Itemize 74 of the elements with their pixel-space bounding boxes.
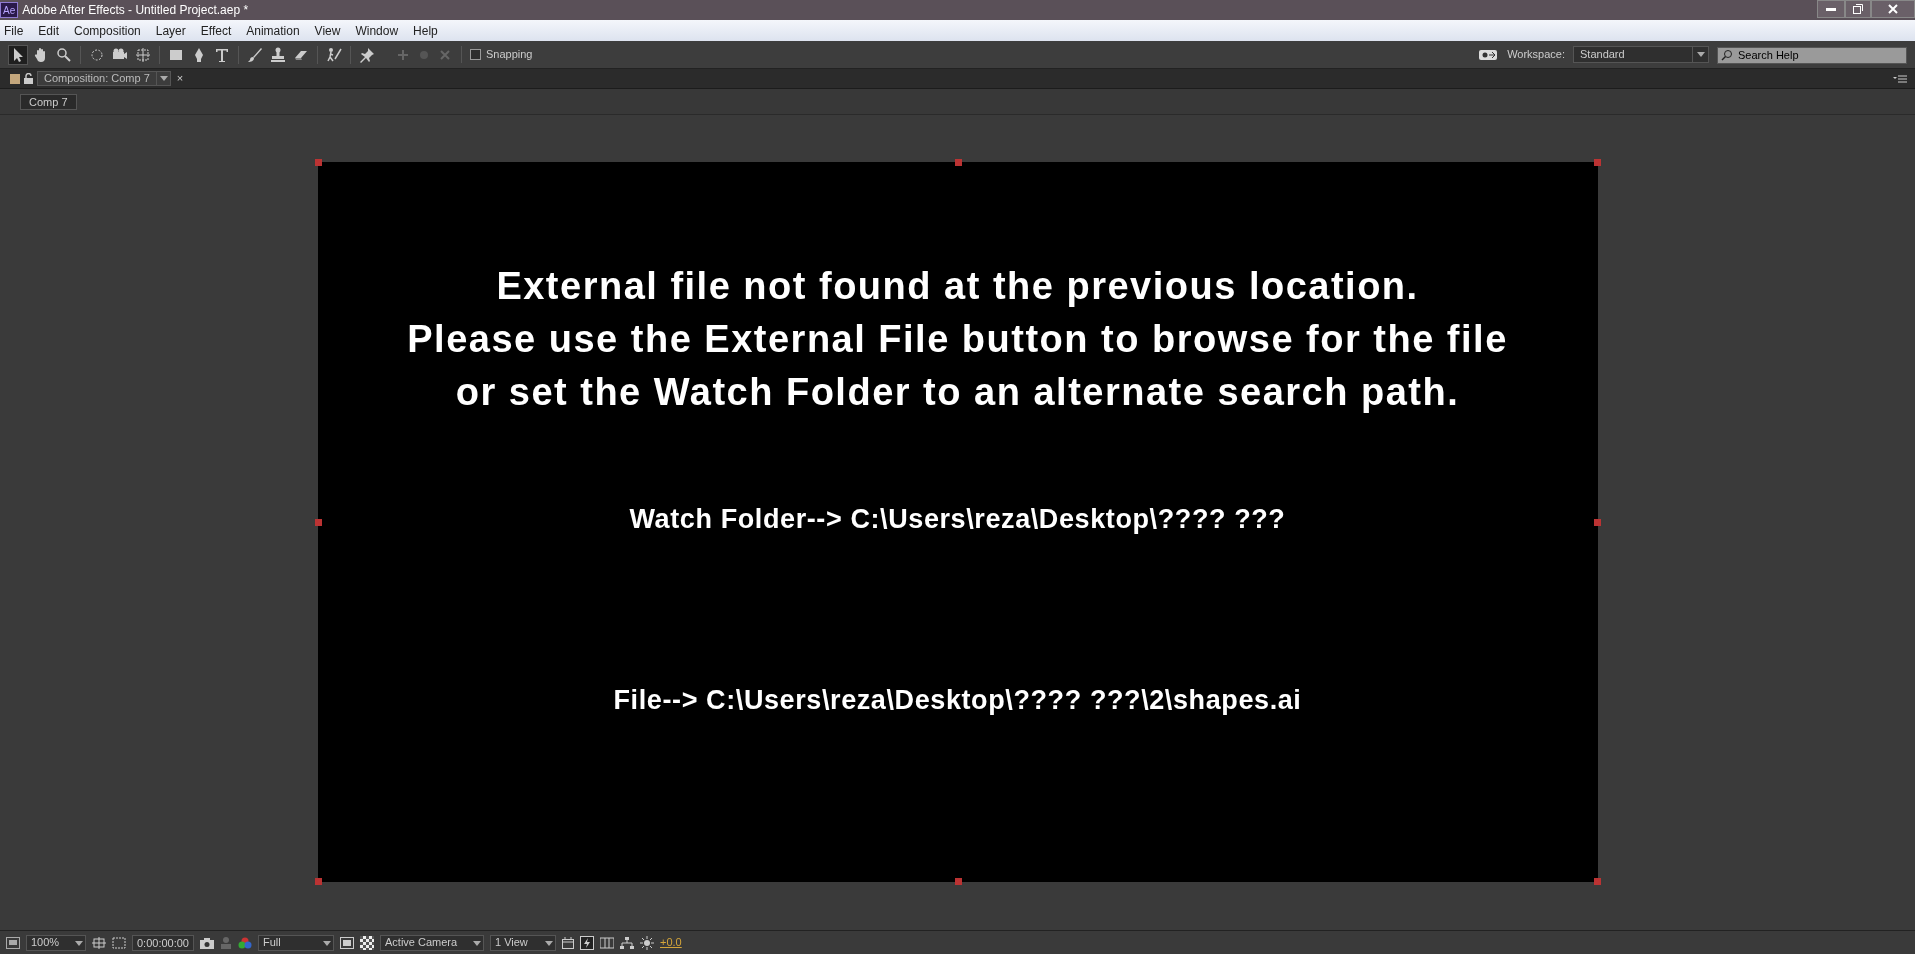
minimize-button[interactable]: [1817, 0, 1845, 18]
camera-dropdown[interactable]: Active Camera: [380, 934, 484, 951]
edge-handle[interactable]: [954, 159, 962, 166]
edge-handle[interactable]: [954, 878, 962, 885]
window-title: Adobe After Effects - Untitled Project.aep *: [22, 2, 249, 19]
roi-icon[interactable]: [340, 936, 354, 949]
zoom-dropdown[interactable]: 100%: [26, 934, 86, 951]
stamp-icon: [270, 46, 286, 63]
workspace-dropdown[interactable]: Standard: [1573, 46, 1709, 63]
close-tab-button[interactable]: ×: [174, 70, 186, 87]
corner-handle[interactable]: [1593, 159, 1601, 166]
restore-button[interactable]: [1845, 0, 1871, 18]
app-icon: Ae: [0, 2, 19, 18]
pan-icon: [135, 46, 151, 63]
snapping-label: Snapping: [486, 47, 533, 63]
view-layout-dropdown[interactable]: 1 View: [490, 934, 556, 951]
caret-icon: [1692, 47, 1708, 62]
restore-icon: [1853, 4, 1863, 14]
arrow-tool-button[interactable]: [8, 44, 28, 65]
dot-icon: [419, 49, 429, 60]
resolution-dropdown[interactable]: Full: [258, 934, 334, 951]
file-path: File--> C:\Users\reza\Desktop\???? ???\2\shapes.ai: [613, 683, 1302, 717]
transparency-grid-icon[interactable]: [360, 935, 374, 950]
exposure-value[interactable]: +0.0: [660, 934, 682, 951]
fast-preview-icon[interactable]: [580, 935, 594, 950]
caret-icon: [155, 72, 170, 85]
breadcrumb-button[interactable]: Comp 7: [20, 93, 77, 110]
edge-handle[interactable]: [1593, 519, 1601, 526]
channels-icon[interactable]: [238, 936, 252, 949]
corner-handle[interactable]: [1593, 878, 1601, 885]
roto-icon: [326, 46, 342, 63]
menu-item[interactable]: Animation: [246, 21, 300, 40]
snapping-checkbox[interactable]: [470, 49, 481, 60]
pin-icon: [359, 46, 375, 63]
zoom-icon: [56, 46, 72, 63]
close-icon: [1888, 4, 1898, 14]
timecode-display[interactable]: 0:00:00:00: [132, 934, 194, 951]
region-icon[interactable]: [112, 936, 126, 949]
minimize-icon: [1826, 7, 1836, 11]
error-message-line: External file not found at the previous location.: [496, 264, 1419, 309]
exposure-icon[interactable]: [640, 935, 654, 950]
hierarchy-icon[interactable]: [620, 936, 634, 949]
corner-handle[interactable]: [314, 878, 322, 885]
workspace-label: Workspace:: [1507, 47, 1565, 63]
menu-item[interactable]: Window: [355, 21, 399, 40]
search-icon: [1721, 49, 1733, 61]
menu-item[interactable]: View: [314, 21, 341, 40]
watch-folder-path: Watch Folder--> C:\Users\reza\Desktop\???? ???: [629, 503, 1286, 536]
axis-icon: [439, 48, 451, 61]
timeline-icon[interactable]: [562, 936, 574, 949]
edge-handle[interactable]: [314, 519, 322, 526]
error-message-line: Please use the External File button to browse for the file: [407, 317, 1508, 362]
menu-item[interactable]: Edit: [38, 21, 60, 40]
menu-item[interactable]: Layer: [155, 21, 186, 40]
panel-menu-icon[interactable]: [1893, 73, 1907, 84]
grid-icon[interactable]: [92, 936, 106, 949]
panel-color-icon: [10, 73, 20, 84]
camera-icon[interactable]: [200, 936, 214, 949]
text-icon: [214, 46, 230, 63]
viewer-toggle-icon[interactable]: [6, 936, 20, 949]
corner-handle[interactable]: [314, 159, 322, 166]
rotate-icon: [89, 46, 105, 63]
brush-icon: [247, 46, 263, 63]
workspace-icon[interactable]: [1479, 48, 1500, 61]
composition-tab[interactable]: Composition: Comp 7: [37, 71, 171, 86]
menu-item[interactable]: Effect: [200, 21, 232, 40]
menu-item[interactable]: Composition: [74, 21, 141, 40]
error-message-line: or set the Watch Folder to an alternate search path.: [455, 370, 1460, 415]
lock-icon[interactable]: [24, 73, 33, 84]
search-field[interactable]: Search Help: [1717, 46, 1907, 64]
axis-icon: [397, 48, 409, 61]
menu-item[interactable]: Help: [413, 21, 438, 40]
close-button[interactable]: [1871, 0, 1915, 18]
menu-item[interactable]: File: [4, 21, 24, 40]
